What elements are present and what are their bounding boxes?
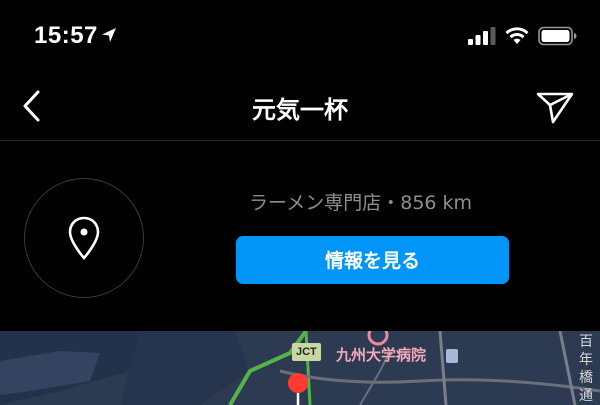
battery-icon (538, 26, 577, 46)
location-pin-badge (24, 178, 144, 298)
header: 元気一杯 (0, 72, 600, 141)
status-bar: 15:57 (0, 0, 600, 72)
station-icon (446, 349, 458, 363)
location-arrow-icon (102, 28, 116, 42)
location-pin-icon (68, 216, 100, 260)
view-info-button[interactable]: 情報を見る (236, 236, 509, 284)
status-time: 15:57 (34, 22, 98, 49)
paper-plane-icon[interactable] (534, 86, 576, 126)
hospital-label: 九州大学病院 (336, 346, 427, 364)
street-label: 百年橋通り (579, 334, 593, 404)
wifi-icon (505, 27, 529, 44)
place-category-distance: ラーメン専門店・856 km (249, 192, 473, 214)
map[interactable]: JCT 九州大学病院 百年橋通り (0, 331, 600, 405)
jct-label: JCT (292, 343, 321, 361)
page-title: 元気一杯 (252, 96, 348, 124)
map-marker-icon (288, 373, 308, 393)
screen: 15:57 元気一杯 ラーメン専門店・856 km 情報を見る JCT 九州大学… (0, 0, 600, 405)
cellular-signal-icon (468, 27, 496, 45)
